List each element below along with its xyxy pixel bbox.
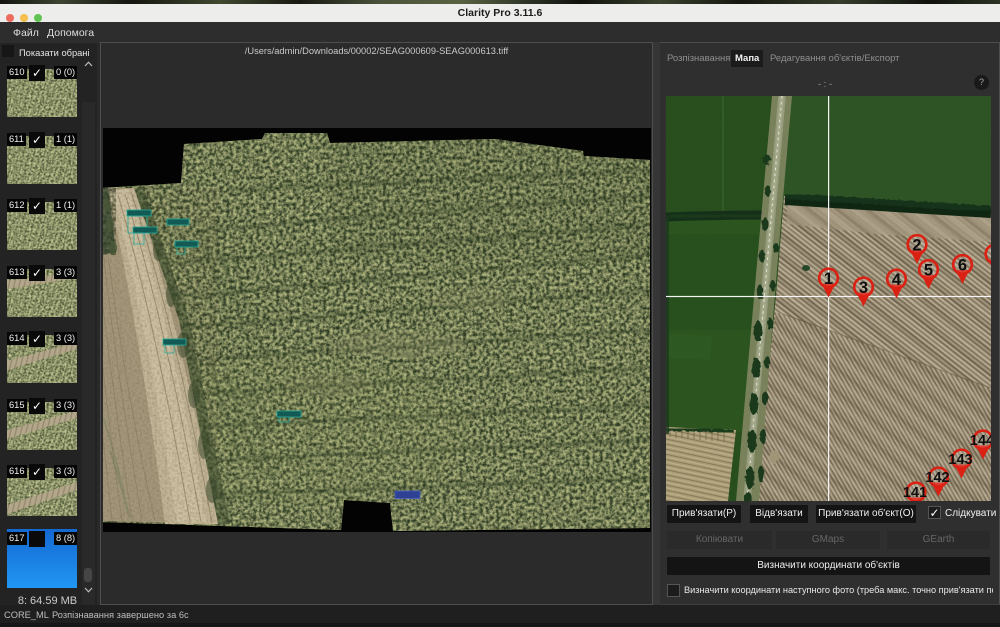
- svg-text:141: 141: [903, 485, 927, 501]
- svg-text:142: 142: [925, 470, 949, 486]
- svg-text:2: 2: [912, 237, 921, 255]
- svg-text:6: 6: [958, 257, 967, 275]
- svg-text:1: 1: [824, 270, 833, 288]
- svg-text:3: 3: [859, 279, 868, 297]
- svg-text:4: 4: [892, 271, 902, 289]
- svg-text:144: 144: [970, 433, 991, 449]
- svg-text:143: 143: [948, 452, 972, 468]
- svg-text:5: 5: [924, 262, 933, 280]
